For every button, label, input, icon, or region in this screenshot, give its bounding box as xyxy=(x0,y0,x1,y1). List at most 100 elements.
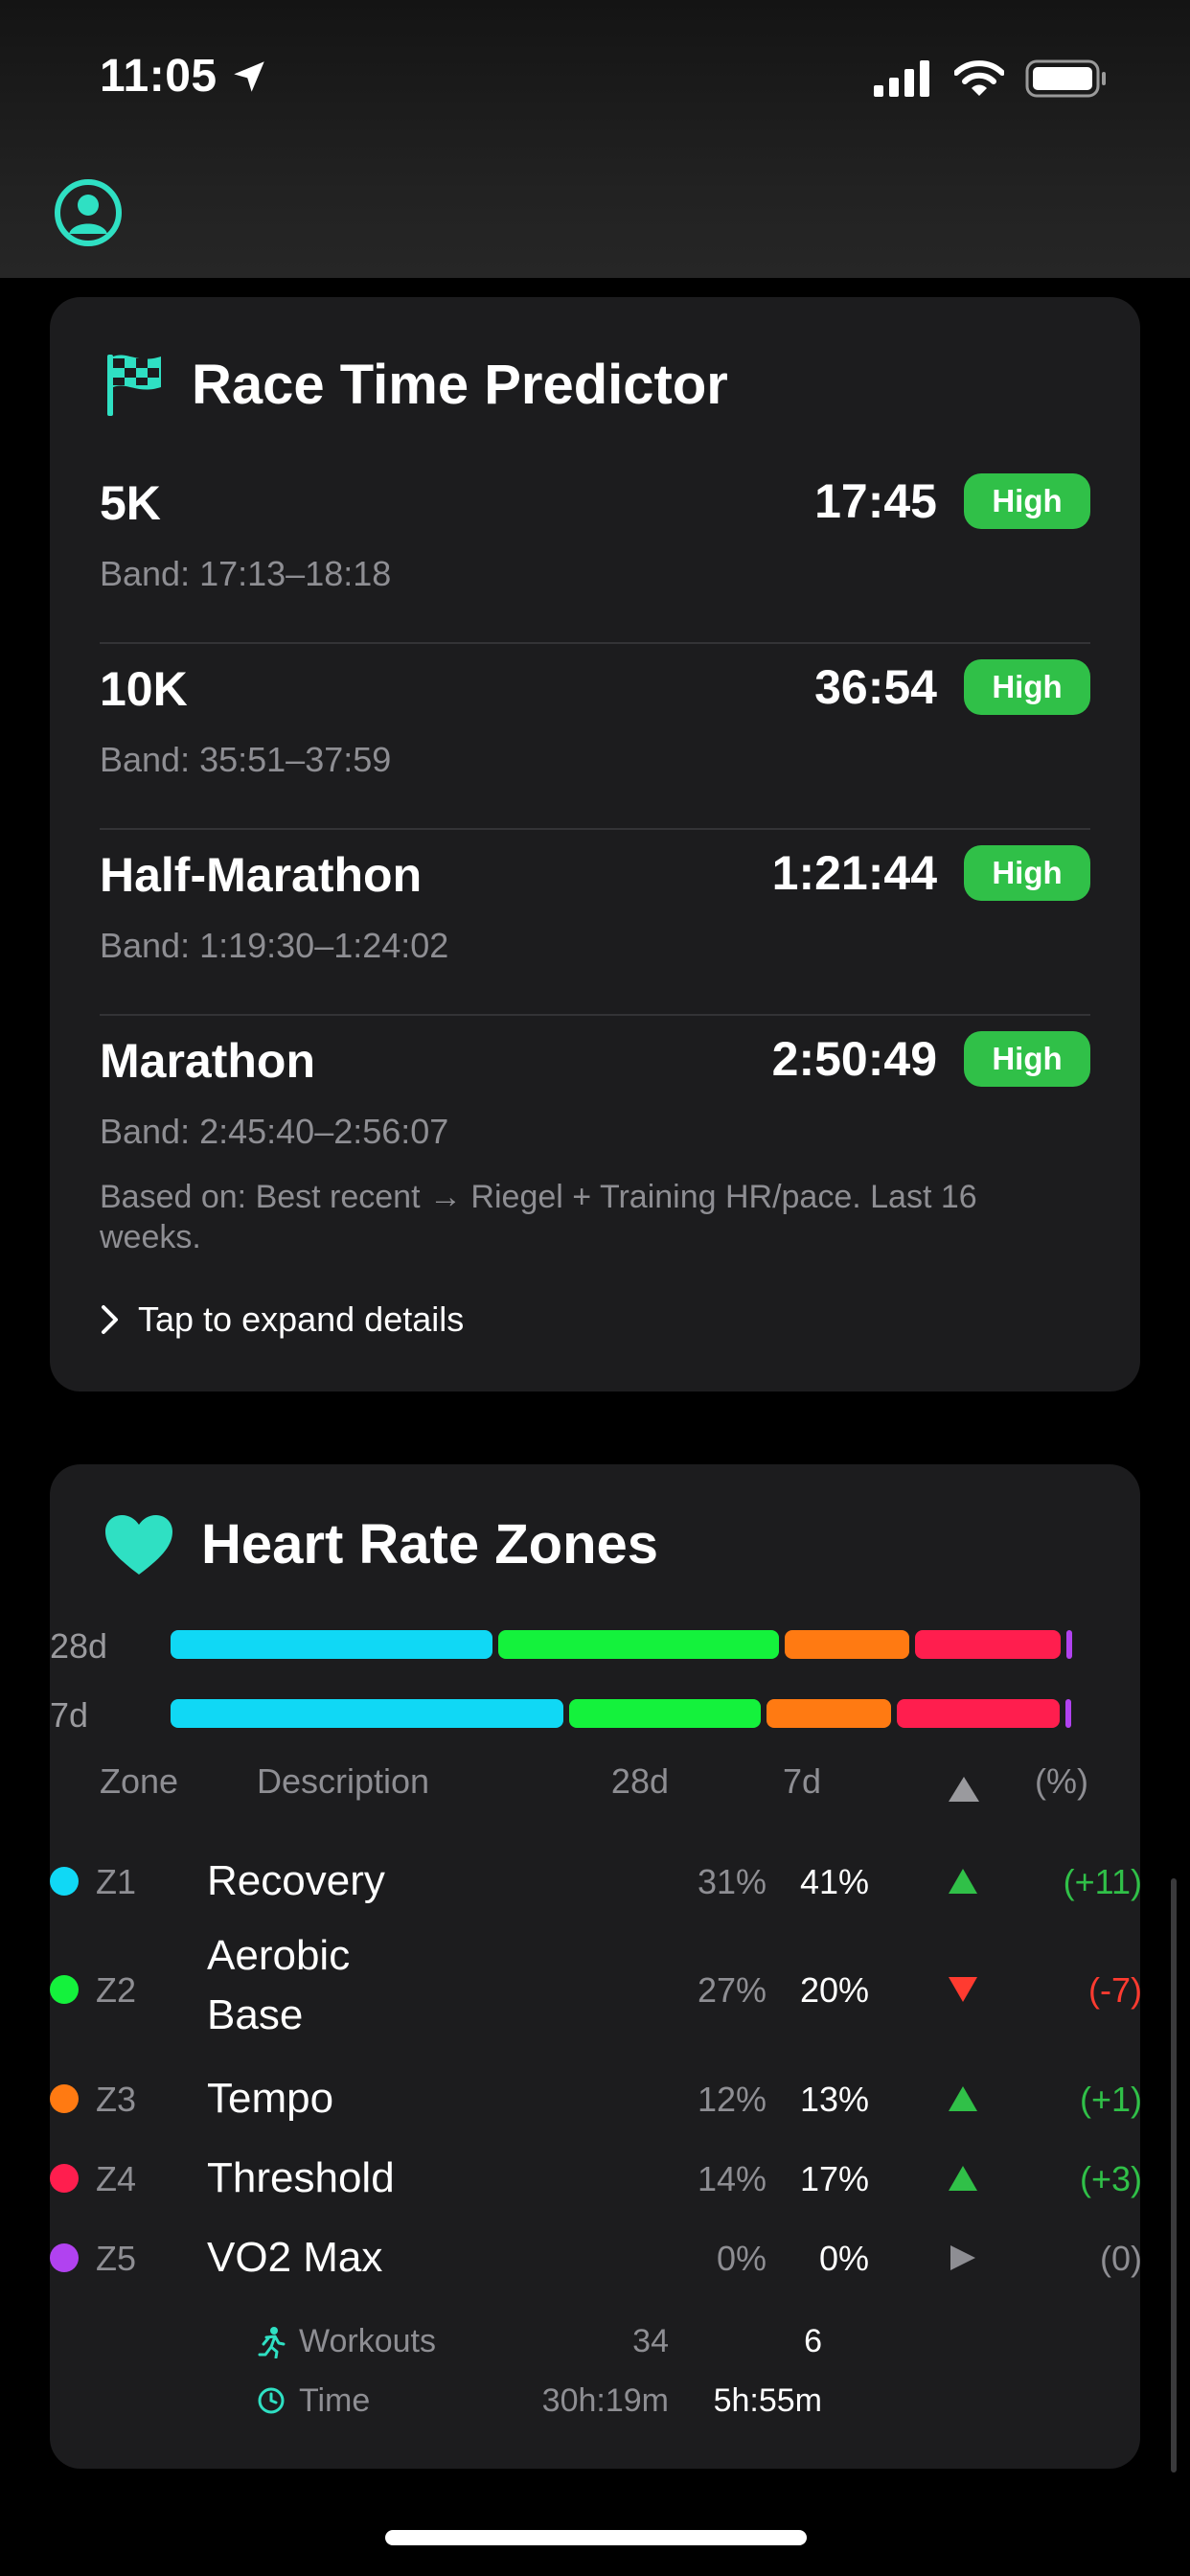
race-row-half-marathon[interactable]: Half-Marathon Band: 1:19:30–1:24:02 1:21… xyxy=(100,830,1090,1016)
header: 11:05 xyxy=(0,0,1190,278)
time-7d: 5h:55m xyxy=(713,2382,822,2419)
hr-card-title: Heart Rate Zones xyxy=(103,1512,658,1576)
zone-description: Tempo xyxy=(207,2075,334,2122)
confidence-badge: High xyxy=(964,1031,1090,1087)
zone-code: Z3 xyxy=(96,2080,137,2119)
zone-7d-value: 17% xyxy=(799,2159,869,2198)
zone-bar-segment-z2 xyxy=(569,1699,761,1728)
zone-7d-value: 13% xyxy=(799,2080,869,2119)
trend-up-icon xyxy=(949,2166,977,2191)
col-header-7d: 7d xyxy=(782,1761,821,1801)
prediction-basis-note: Based on: Best recent → Riegel + Trainin… xyxy=(100,1179,977,1255)
zone-bar-segment-z3 xyxy=(767,1699,891,1728)
zone-7d-value: 41% xyxy=(799,1862,869,1901)
zone-description: Aerobic Base xyxy=(207,1932,351,2038)
signal-icon xyxy=(874,60,929,97)
race-name: 5K xyxy=(100,476,161,530)
confidence-badge: High xyxy=(964,473,1090,529)
zone-distribution-bar-7d xyxy=(171,1699,1071,1728)
race-row-5k[interactable]: 5K Band: 17:13–18:18 17:45 High xyxy=(100,458,1090,644)
status-icons xyxy=(874,59,1108,98)
zone-bar-segment-z3 xyxy=(785,1630,909,1659)
confidence-badge: High xyxy=(964,845,1090,901)
zone-bar-segment-z1 xyxy=(171,1630,492,1659)
zone-code: Z1 xyxy=(96,1862,137,1901)
zone-bar-segment-z5 xyxy=(1065,1699,1071,1728)
profile-icon[interactable] xyxy=(54,178,123,247)
checkered-flag-icon xyxy=(107,355,161,416)
chevron-right-icon xyxy=(102,1305,118,1334)
zone-code: Z2 xyxy=(96,1970,137,2010)
expand-details-label: Tap to expand details xyxy=(138,1300,465,1339)
zone-28d-value: 0% xyxy=(716,2239,767,2278)
time-28d: 30h:19m xyxy=(541,2382,669,2419)
race-time-predictor-card: Race Time Predictor 5K Band: 17:13–18:18… xyxy=(50,297,1140,1392)
zone-7d-value: 20% xyxy=(799,1970,869,2010)
zone-28d-value: 31% xyxy=(697,1862,767,1901)
bar-label-28d: 28d xyxy=(50,1626,108,1666)
zone-bar-segment-z4 xyxy=(897,1699,1060,1728)
clock: 11:05 xyxy=(100,51,217,102)
zone-delta: (+3) xyxy=(1079,2159,1142,2198)
scrollbar[interactable] xyxy=(1171,1878,1177,2472)
clock-icon xyxy=(258,2387,285,2414)
bar-label-7d: 7d xyxy=(50,1695,89,1735)
hr-card-title-text: Heart Rate Zones xyxy=(201,1513,659,1576)
race-name: 10K xyxy=(100,662,188,716)
race-name: Half-Marathon xyxy=(100,848,423,902)
trend-down-icon xyxy=(949,1977,977,2002)
delta-header-icon xyxy=(949,1777,979,1802)
status-time: 11:05 xyxy=(100,50,269,103)
zone-color-dot xyxy=(50,2164,79,2193)
trend-up-icon xyxy=(949,1869,977,1894)
zone-delta: (0) xyxy=(1100,2239,1142,2278)
expand-details-button[interactable]: Tap to expand details xyxy=(100,1300,464,1340)
zone-delta: (-7) xyxy=(1088,1970,1142,2010)
workouts-label: Workouts xyxy=(299,2323,436,2359)
zone-color-dot xyxy=(50,2243,79,2272)
trend-flat-icon xyxy=(950,2245,975,2270)
race-card-title: Race Time Predictor xyxy=(103,351,728,418)
zone-bar-segment-z4 xyxy=(915,1630,1061,1659)
zone-delta: (+1) xyxy=(1079,2080,1142,2119)
zone-delta: (+11) xyxy=(1063,1862,1142,1901)
zone-bar-segment-z5 xyxy=(1066,1630,1072,1659)
race-prediction: 2:50:49 xyxy=(771,1032,937,1086)
race-prediction: 36:54 xyxy=(814,660,937,714)
time-label: Time xyxy=(299,2382,371,2419)
zone-distribution-bar-28d xyxy=(171,1630,1072,1659)
col-header-description: Description xyxy=(257,1761,430,1801)
race-row-marathon[interactable]: Marathon Band: 2:45:40–2:56:07 2:50:49 H… xyxy=(100,1016,1090,1160)
race-band: Band: 1:19:30–1:24:02 xyxy=(100,926,449,965)
race-prediction: 1:21:44 xyxy=(771,846,937,900)
workouts-28d: 34 xyxy=(632,2323,669,2359)
zone-code: Z4 xyxy=(96,2159,137,2198)
race-band: Band: 2:45:40–2:56:07 xyxy=(100,1112,449,1151)
col-header-pct: (%) xyxy=(1035,1761,1088,1801)
race-band: Band: 17:13–18:18 xyxy=(100,554,392,593)
col-header-28d: 28d xyxy=(610,1761,669,1801)
zone-color-dot xyxy=(50,2084,79,2113)
race-band: Band: 35:51–37:59 xyxy=(100,740,392,779)
wifi-icon xyxy=(954,60,1004,96)
zone-description: VO2 Max xyxy=(207,2234,383,2281)
col-header-zone: Zone xyxy=(100,1761,179,1801)
zone-7d-value: 0% xyxy=(818,2239,869,2278)
zone-color-dot xyxy=(50,1867,79,1896)
zone-28d-value: 27% xyxy=(697,1970,767,2010)
zone-28d-value: 12% xyxy=(697,2080,767,2119)
race-row-10k[interactable]: 10K Band: 35:51–37:59 36:54 High xyxy=(100,644,1090,830)
home-indicator[interactable] xyxy=(385,2530,807,2545)
location-arrow-icon xyxy=(233,60,264,92)
race-card-title-text: Race Time Predictor xyxy=(192,353,728,416)
battery-icon xyxy=(1025,59,1106,98)
confidence-badge: High xyxy=(964,659,1090,715)
zone-28d-value: 14% xyxy=(697,2159,767,2198)
race-prediction: 17:45 xyxy=(814,474,937,528)
zone-description: Recovery xyxy=(207,1857,385,1904)
runner-icon xyxy=(258,2327,286,2358)
zone-color-dot xyxy=(50,1975,79,2004)
race-name: Marathon xyxy=(100,1034,315,1088)
zone-bar-segment-z1 xyxy=(171,1699,563,1728)
workouts-7d: 6 xyxy=(804,2323,822,2359)
